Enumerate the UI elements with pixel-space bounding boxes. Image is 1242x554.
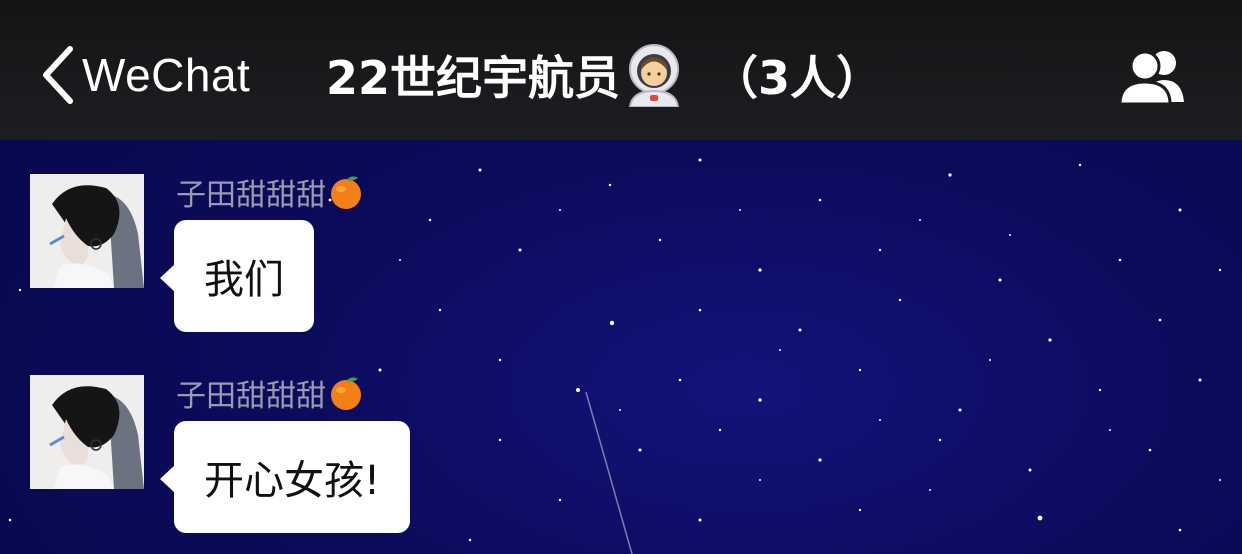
group-name: 22世纪宇航员: [326, 51, 621, 105]
sender-name-text: 子田甜甜甜: [176, 379, 326, 414]
avatar-photo: [30, 375, 144, 489]
avatar-photo: [30, 174, 144, 288]
avatar[interactable]: [30, 375, 144, 489]
astronaut-emoji-icon: [629, 44, 680, 107]
message-bubble[interactable]: 我们: [160, 220, 314, 332]
group-members-icon[interactable]: [1118, 46, 1192, 106]
member-count: （3人）: [712, 51, 883, 105]
message-bubble[interactable]: 开心女孩!: [159, 421, 411, 533]
sender-name: 子田甜甜甜: [176, 174, 364, 213]
nav-bar: WeChat 22世纪宇航员 （3人）: [0, 0, 1242, 140]
tangerine-emoji-icon: [331, 377, 361, 410]
back-button[interactable]: WeChat: [40, 44, 250, 106]
sender-name-text: 子田甜甜甜: [176, 178, 326, 213]
chat-title: 22世纪宇航员 （3人）: [326, 40, 882, 110]
tangerine-emoji-icon: [331, 176, 361, 209]
avatar[interactable]: [30, 174, 144, 288]
chat-screen: WeChat 22世纪宇航员 （3人） 子田甜甜甜 我们 子田甜甜甜 开心女孩!: [0, 0, 1242, 554]
back-label: WeChat: [82, 49, 251, 101]
sender-name: 子田甜甜甜: [176, 375, 364, 414]
chevron-left-icon: [43, 46, 73, 104]
